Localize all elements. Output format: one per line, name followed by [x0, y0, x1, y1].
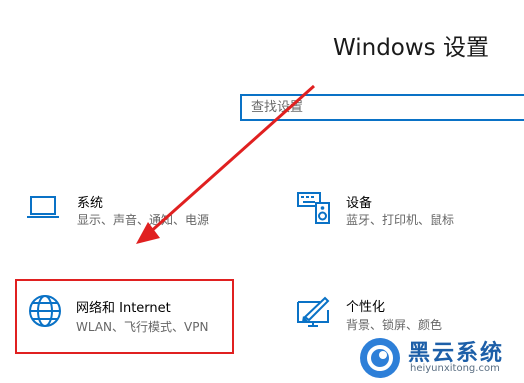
- search-input[interactable]: [242, 96, 524, 119]
- page-title: Windows 设置: [333, 35, 489, 61]
- tile-devices-desc: 蓝牙、打印机、鼠标: [346, 213, 455, 227]
- tile-system-title: 系统: [77, 196, 104, 211]
- tile-personalization-title: 个性化: [346, 300, 386, 315]
- tile-network-title: 网络和 Internet: [76, 301, 171, 316]
- tile-devices[interactable]: 设备 蓝牙、打印机、鼠标: [290, 187, 520, 237]
- search-box[interactable]: [240, 94, 524, 121]
- keyboard-speaker-icon: [296, 191, 332, 229]
- paint-monitor-icon: [296, 296, 332, 334]
- tile-network-desc: WLAN、飞行模式、VPN: [76, 320, 209, 334]
- tile-system[interactable]: 系统 显示、声音、通知、电源: [22, 187, 232, 237]
- watermark-url: heiyunxitong.com: [410, 363, 500, 374]
- tile-network-internet[interactable]: 网络和 Internet WLAN、飞行模式、VPN: [15, 279, 234, 354]
- cloud-logo-icon: [360, 338, 400, 378]
- tile-devices-title: 设备: [346, 196, 373, 211]
- tile-personalization-desc: 背景、锁屏、颜色: [346, 318, 443, 332]
- laptop-icon: [26, 195, 60, 225]
- watermark-logo: 黑云系统 heiyunxitong.com: [356, 332, 524, 383]
- tile-system-desc: 显示、声音、通知、电源: [77, 213, 210, 227]
- globe-icon: [27, 293, 63, 333]
